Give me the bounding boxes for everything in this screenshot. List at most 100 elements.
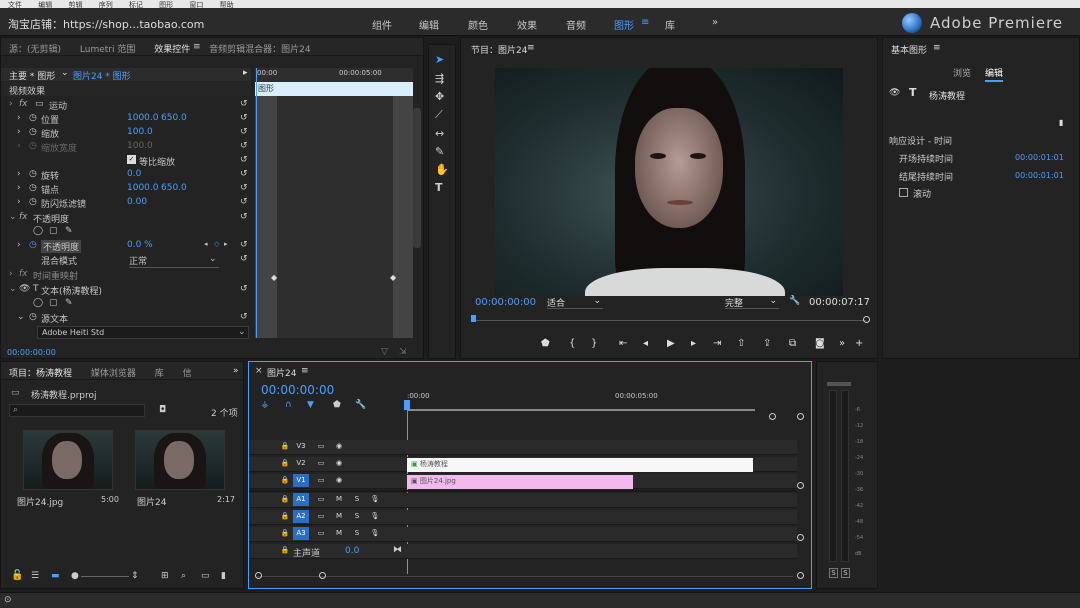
fx-row-anchor[interactable]: › ◷ 锚点 1000.0 650.0 ↺ xyxy=(1,181,251,196)
slip-icon[interactable]: ↔ xyxy=(435,127,444,140)
video-preview[interactable] xyxy=(495,68,843,296)
hand-icon[interactable]: ✋ xyxy=(435,163,449,176)
fx-row-blend-mode[interactable]: 混合模式 正常 ⌄ ↺ xyxy=(1,252,251,268)
menu-help[interactable]: 帮助 xyxy=(220,1,234,8)
step-forward-icon[interactable]: ▸ xyxy=(691,338,696,349)
fx-row-motion[interactable]: › fx ▭ 运动 ↺ xyxy=(1,97,251,112)
zoom-slider-handle[interactable]: ● xyxy=(71,571,79,581)
solo-left-button[interactable]: S xyxy=(829,568,838,578)
project-search-input[interactable]: ⌕ xyxy=(9,404,145,417)
menu-graphics[interactable]: 图形 xyxy=(159,1,173,8)
fx-row-position[interactable]: › ◷ 位置 1000.0 650.0 ↺ xyxy=(1,111,251,126)
project-item-thumbnail-2[interactable] xyxy=(135,430,225,490)
track-v2[interactable]: 🔒 V2 ▭ ◉ ▣ 杨涛教程 xyxy=(249,457,797,472)
chevron-down-icon[interactable]: ⌄ xyxy=(209,254,217,264)
solo-icon[interactable]: S xyxy=(351,493,363,506)
reset-icon[interactable]: ↺ xyxy=(240,113,250,123)
stopwatch-icon[interactable]: ◷ xyxy=(29,183,37,193)
scrollbar[interactable] xyxy=(413,108,421,248)
fx-row-opacity[interactable]: › ◷ 不透明度 0.0 % ◂ ◇ ▸ ↺ xyxy=(1,238,251,253)
project-item-thumbnail-1[interactable] xyxy=(23,430,113,490)
mute-icon[interactable]: M xyxy=(333,527,345,540)
new-layer-icon[interactable]: ▮ xyxy=(1059,118,1063,127)
reset-icon[interactable]: ↺ xyxy=(240,212,250,222)
lock-icon[interactable]: 🔒 xyxy=(279,440,291,453)
icon-view-icon[interactable]: ▬ xyxy=(51,571,60,581)
lift-icon[interactable]: ⇧ xyxy=(737,338,745,349)
play-clip-icon[interactable]: ▸ xyxy=(243,68,248,78)
mic-icon[interactable]: 🎙 xyxy=(369,527,381,540)
stopwatch-icon[interactable]: ◷ xyxy=(29,127,37,137)
eye-icon[interactable]: 👁 xyxy=(889,88,900,98)
master-clip-label[interactable]: 主要 * 图形 xyxy=(9,69,55,82)
type-icon[interactable]: T xyxy=(435,181,443,194)
ripple-edit-icon[interactable]: ✥ xyxy=(435,90,444,103)
mic-icon[interactable]: 🎙 xyxy=(369,493,381,506)
panel-menu-icon[interactable]: ≡ xyxy=(193,42,201,52)
panel-menu-icon[interactable]: ≡ xyxy=(301,366,309,376)
workspace-audio[interactable]: 音频 xyxy=(566,17,586,32)
razor-icon[interactable]: ⟋ xyxy=(435,108,443,122)
graphics-title[interactable]: 基本图形 xyxy=(891,43,927,56)
reset-icon[interactable]: ↺ xyxy=(240,169,250,179)
intro-value[interactable]: 00:00:01:01 xyxy=(1015,153,1064,162)
add-button-icon[interactable]: + xyxy=(855,338,863,349)
fx-row-text[interactable]: ⌄ 👁 T 文本(杨涛教程) ↺ xyxy=(1,282,251,297)
track-a3[interactable]: 🔒 A3 ▭ M S 🎙 xyxy=(249,527,797,542)
solo-icon[interactable]: S xyxy=(351,510,363,523)
roll-checkbox[interactable] xyxy=(899,188,908,197)
fx-row-antiflicker[interactable]: › ◷ 防闪烁滤镜 0.00 ↺ xyxy=(1,195,251,210)
stopwatch-active-icon[interactable]: ◷ xyxy=(29,240,37,250)
project-item-name-1[interactable]: 图片24.jpg xyxy=(17,495,63,508)
zoom-slider[interactable] xyxy=(81,576,129,577)
workspace-editing[interactable]: 编辑 xyxy=(419,17,439,32)
pen-icon[interactable]: ✎ xyxy=(435,145,444,158)
lock-icon[interactable]: 🔒 xyxy=(279,474,291,487)
menu-marker[interactable]: 标记 xyxy=(129,1,143,8)
wrench-icon[interactable]: 🔧 xyxy=(789,296,800,306)
program-timecode[interactable]: 00:00:00:00 xyxy=(475,297,536,308)
reset-icon[interactable]: ↺ xyxy=(240,127,250,137)
sync-icon[interactable]: ▭ xyxy=(315,457,327,470)
more-icon[interactable]: » xyxy=(839,338,845,349)
track-v1[interactable]: 🔒 V1 ▭ ◉ ▣ 图片24.jpg xyxy=(249,474,797,489)
track-a1[interactable]: 🔒 A1 ▭ M S 🎙 xyxy=(249,493,797,508)
panel-menu-icon[interactable]: ≡ xyxy=(933,43,941,53)
sort-icon[interactable]: ⇕ xyxy=(131,571,139,581)
tab-media-browser[interactable]: 媒体浏览器 xyxy=(83,362,144,379)
extract-icon[interactable]: ⇪ xyxy=(763,338,771,349)
step-back-icon[interactable]: ◂ xyxy=(643,338,648,349)
workspace-graphics[interactable]: 图形 xyxy=(614,17,634,32)
workspace-effects[interactable]: 效果 xyxy=(517,17,537,32)
menu-edit[interactable]: 编辑 xyxy=(38,1,52,8)
automate-icon[interactable]: ⊞ xyxy=(161,571,169,581)
text-clip[interactable]: ▣ 杨涛教程 xyxy=(407,458,753,472)
track-master[interactable]: 🔒 主声道 0.0 ⧓ xyxy=(249,544,797,559)
filter-icon[interactable]: ▽ xyxy=(381,347,388,357)
reset-icon[interactable]: ↺ xyxy=(240,183,250,193)
eye-icon[interactable]: ◉ xyxy=(333,440,345,453)
track-v3[interactable]: 🔒 V3 ▭ ◉ xyxy=(249,440,797,455)
workspace-color[interactable]: 颜色 xyxy=(468,17,488,32)
eye-icon[interactable]: ◉ xyxy=(333,474,345,487)
mark-out-icon[interactable]: } xyxy=(591,338,597,349)
program-scrubber[interactable] xyxy=(471,315,870,328)
eye-icon[interactable]: ◉ xyxy=(333,457,345,470)
sync-icon[interactable]: ▭ xyxy=(315,510,327,523)
eye-icon[interactable]: 👁 xyxy=(19,284,30,294)
fx-row-uniform-scale[interactable]: ✓ 等比缩放 ↺ xyxy=(1,153,251,168)
lock-icon[interactable]: 🔒 xyxy=(279,527,291,540)
menu-file[interactable]: 文件 xyxy=(8,1,22,8)
fx-row-opacity-group[interactable]: ⌄ fx 不透明度 ↺ xyxy=(1,210,251,225)
project-item-name-2[interactable]: 图片24 xyxy=(137,495,166,508)
track-divider-handle[interactable] xyxy=(797,482,804,489)
rectangle-mask-icon[interactable]: ▢ xyxy=(49,226,58,236)
menu-window[interactable]: 窗口 xyxy=(189,1,203,8)
stopwatch-icon[interactable]: ◷ xyxy=(29,197,37,207)
selection-tool-icon[interactable]: ➤ xyxy=(435,53,444,66)
new-item-icon[interactable]: ▮ xyxy=(221,571,226,581)
export-icon[interactable]: ⇲ xyxy=(399,347,407,357)
quality-select[interactable]: 完整 ⌄ xyxy=(725,296,779,309)
snap-icon[interactable]: ⚶ xyxy=(261,400,269,410)
clip-name-label[interactable]: 图片24 * 图形 xyxy=(73,69,131,82)
